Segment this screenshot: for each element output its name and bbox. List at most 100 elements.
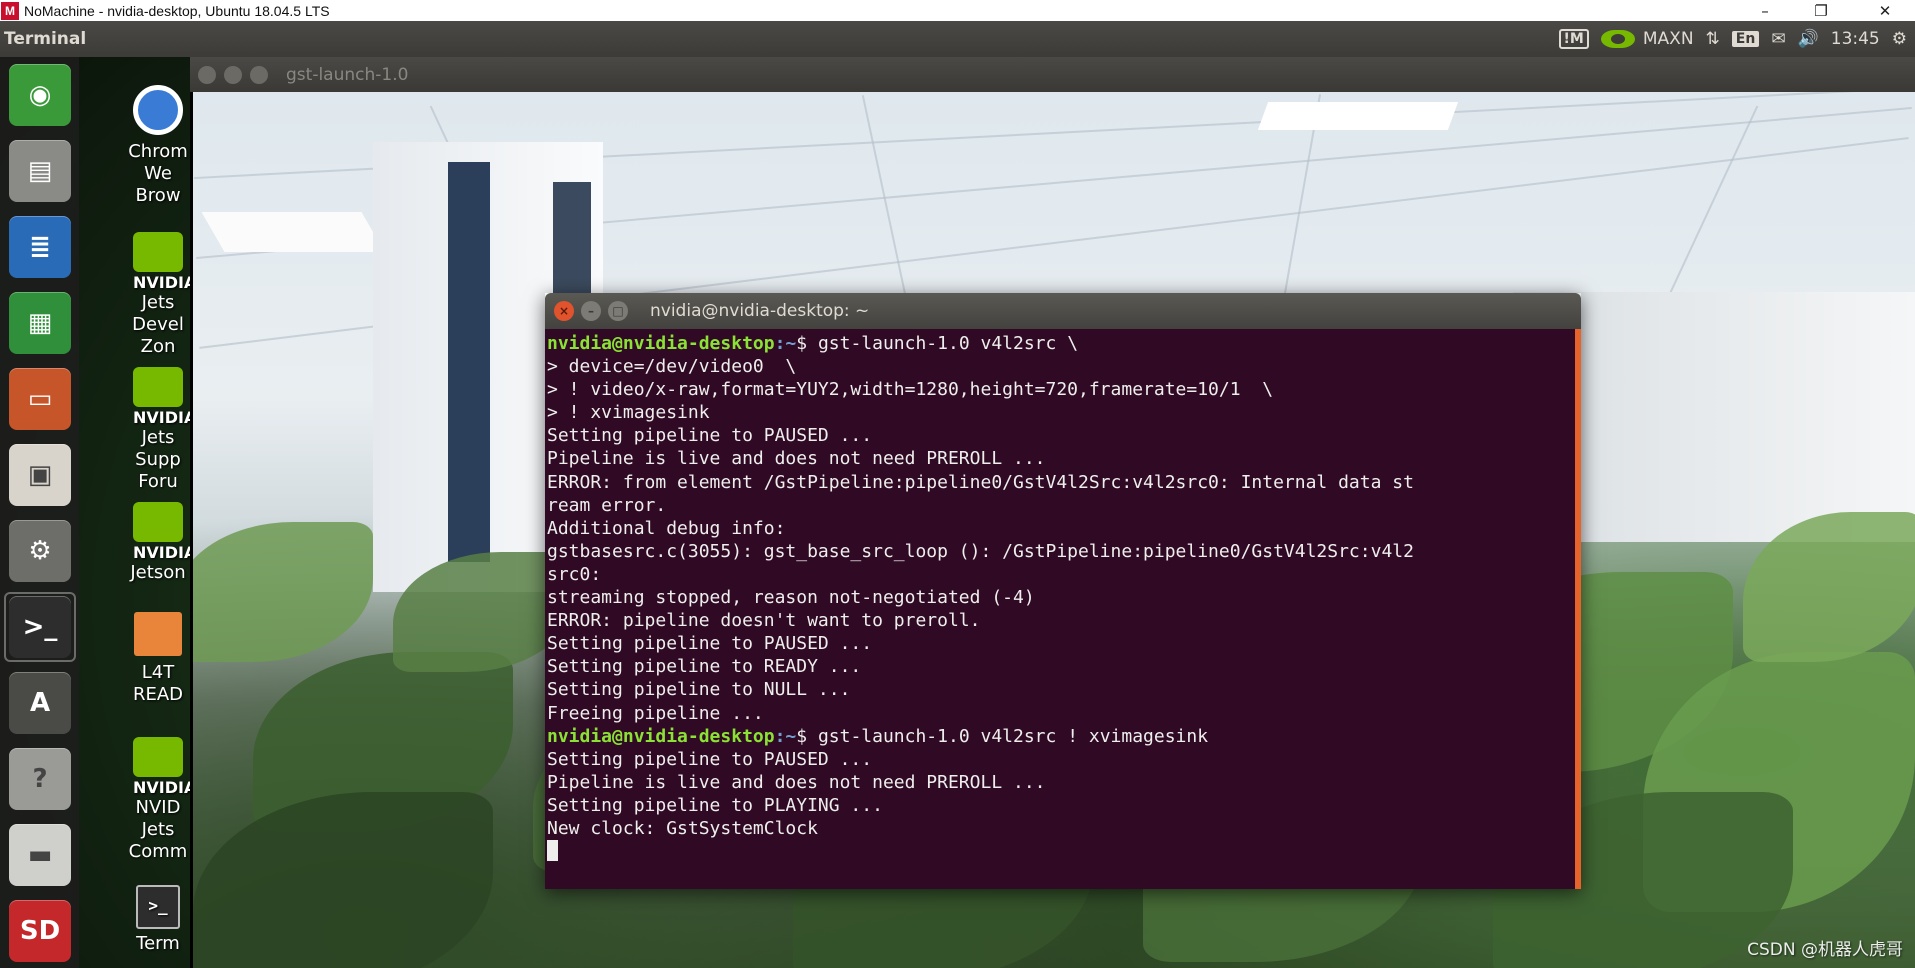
launcher-writer[interactable]: ≣ <box>4 212 76 282</box>
help-icon: ? <box>9 748 71 810</box>
folder-icon <box>134 612 182 656</box>
desktop-icon-l4t-readme[interactable]: L4T READ <box>118 612 198 706</box>
terminal-line: ream error. <box>547 494 1575 517</box>
software-icon: ▣ <box>9 444 71 506</box>
terminal-line: Pipeline is live and does not need PRERO… <box>547 771 1575 794</box>
chrome-icon <box>133 85 183 135</box>
terminal-line: New clock: GstSystemClock <box>547 817 1575 840</box>
terminal-line: Pipeline is live and does not need PRERO… <box>547 447 1575 470</box>
desktop-icon-jetson-dev-zone[interactable]: Jets Devel Zon <box>118 232 198 358</box>
terminal-line-text: > device=/dev/video0 \ <box>547 356 797 378</box>
launcher-ubuntu-dash[interactable]: ◉ <box>4 60 76 130</box>
calc-icon: ▦ <box>9 292 71 354</box>
terminal-maximize-icon[interactable]: □ <box>608 301 628 321</box>
terminal-line-text: ream error. <box>547 494 667 516</box>
terminal-line-text: Setting pipeline to PAUSED ... <box>547 633 873 655</box>
mail-icon[interactable]: ✉ <box>1771 29 1785 49</box>
ubuntu-dash-icon: ◉ <box>9 64 71 126</box>
terminal-line: Setting pipeline to PAUSED ... <box>547 748 1575 771</box>
files-icon: ▤ <box>9 140 71 202</box>
desktop-icon-jetson-forum[interactable]: Jets Supp Foru <box>118 367 198 493</box>
terminal-line: gstbasesrc.c(3055): gst_base_src_loop ()… <box>547 540 1575 563</box>
launcher-sd-card[interactable]: SD <box>4 896 76 966</box>
terminal-line-text: Setting pipeline to READY ... <box>547 656 862 678</box>
launcher-software-updater[interactable]: A <box>4 668 76 738</box>
restore-button[interactable]: ❐ <box>1793 0 1849 21</box>
text-cursor <box>547 840 558 862</box>
sd-card-icon: SD <box>9 900 71 962</box>
close-button[interactable]: ✕ <box>1857 0 1913 21</box>
launcher-software[interactable]: ▣ <box>4 440 76 510</box>
terminal-minimize-icon[interactable]: – <box>581 301 601 321</box>
desktop-icon-label: Jets Devel Zon <box>132 292 184 357</box>
terminal-line-text: Setting pipeline to PAUSED ... <box>547 425 873 447</box>
terminal-line: nvidia@nvidia-desktop:~$ gst-launch-1.0 … <box>547 332 1575 355</box>
launcher-files[interactable]: ▤ <box>4 136 76 206</box>
terminal-title-bar[interactable]: × – □ nvidia@nvidia-desktop: ~ <box>545 293 1581 329</box>
terminal-title: nvidia@nvidia-desktop: ~ <box>650 301 870 321</box>
prompt-user: nvidia@nvidia-desktop <box>547 333 775 354</box>
desktop-icon-label: L4T READ <box>132 662 184 705</box>
launcher-terminal[interactable]: >_ <box>4 592 76 662</box>
terminal-line: Setting pipeline to PAUSED ... <box>547 424 1575 447</box>
launcher-impress[interactable]: ▭ <box>4 364 76 434</box>
terminal-line-text: > ! xvimagesink <box>547 402 710 424</box>
desktop-icon-label: Jetson <box>130 562 186 583</box>
launcher-drive[interactable]: ▬ <box>4 820 76 890</box>
terminal-icon: >_ <box>136 885 180 929</box>
terminal-line: Setting pipeline to NULL ... <box>547 678 1575 701</box>
clock[interactable]: 13:45 <box>1831 29 1880 49</box>
terminal-line-text: $ gst-launch-1.0 v4l2src \ <box>796 333 1079 354</box>
prompt-path: :~ <box>774 725 797 747</box>
network-icon[interactable]: ⇅ <box>1706 29 1720 49</box>
gst-maximize-icon[interactable] <box>250 65 268 84</box>
terminal-close-icon[interactable]: × <box>554 301 574 321</box>
desktop-icon-jetson[interactable]: Jetson <box>118 502 198 584</box>
terminal-line: > ! xvimagesink <box>547 401 1575 424</box>
settings-gear-icon[interactable]: ⚙ <box>1892 29 1907 49</box>
terminal-line-text: src0: <box>547 563 602 585</box>
watermark: CSDN @机器人虎哥 <box>1747 940 1903 960</box>
keyboard-layout-indicator[interactable]: En <box>1731 31 1760 47</box>
gst-minimize-icon[interactable] <box>224 65 242 84</box>
nvidia-icon <box>133 367 183 427</box>
desktop-icon-nvidia-community[interactable]: NVID Jets Comm <box>118 737 198 863</box>
terminal-line-text: Additional debug info: <box>547 517 786 539</box>
terminal-window[interactable]: × – □ nvidia@nvidia-desktop: ~ nvidia@nv… <box>545 293 1581 889</box>
writer-icon: ≣ <box>9 216 71 278</box>
terminal-line: Additional debug info: <box>547 517 1575 540</box>
gst-window-title-bar[interactable]: gst-launch-1.0 <box>190 57 1915 92</box>
terminal-line-text: Pipeline is live and does not need PRERO… <box>547 771 1046 793</box>
panel-app-name: Terminal <box>4 29 87 49</box>
desktop-icon-chrome[interactable]: Chrom We Brow <box>118 85 198 207</box>
host-title-bar: M NoMachine - nvidia-desktop, Ubuntu 18.… <box>0 0 1915 21</box>
terminal-line-text: streaming stopped, reason not-negotiated… <box>547 587 1035 609</box>
terminal-line: nvidia@nvidia-desktop:~$ gst-launch-1.0 … <box>547 725 1575 748</box>
nvidia-icon <box>133 232 183 292</box>
terminal-line: Setting pipeline to PLAYING ... <box>547 794 1575 817</box>
launcher-system-settings[interactable]: ⚙ <box>4 516 76 586</box>
volume-icon[interactable]: 🔊 <box>1798 29 1819 49</box>
terminal-line: Setting pipeline to PAUSED ... <box>547 632 1575 655</box>
desktop-icon-label: Term <box>136 933 180 954</box>
nvidia-power-indicator[interactable]: MAXN <box>1600 29 1694 49</box>
nomachine-indicator-icon[interactable]: !M <box>1558 29 1589 49</box>
desktop-icon-label: NVID Jets Comm <box>128 797 188 862</box>
desktop-icon-terminal[interactable]: >_ Term <box>118 885 198 955</box>
system-settings-icon: ⚙ <box>9 520 71 582</box>
terminal-line-text: gstbasesrc.c(3055): gst_base_src_loop ()… <box>547 540 1414 562</box>
terminal-line <box>547 840 1575 863</box>
terminal-line-text: Setting pipeline to PAUSED ... <box>547 748 873 770</box>
impress-icon: ▭ <box>9 368 71 430</box>
terminal-line-text: Freeing pipeline ... <box>547 702 764 724</box>
gst-window-title: gst-launch-1.0 <box>286 64 409 85</box>
terminal-output[interactable]: nvidia@nvidia-desktop:~$ gst-launch-1.0 … <box>545 329 1581 889</box>
launcher-calc[interactable]: ▦ <box>4 288 76 358</box>
minimize-button[interactable]: – <box>1737 0 1793 21</box>
terminal-line-text: $ gst-launch-1.0 v4l2src ! xvimagesink <box>796 725 1209 747</box>
terminal-icon: >_ <box>9 596 71 658</box>
nvidia-eye-icon <box>1600 30 1635 48</box>
launcher-help[interactable]: ? <box>4 744 76 814</box>
gst-close-icon[interactable] <box>198 65 216 84</box>
terminal-line-text: New clock: GstSystemClock <box>547 817 818 839</box>
